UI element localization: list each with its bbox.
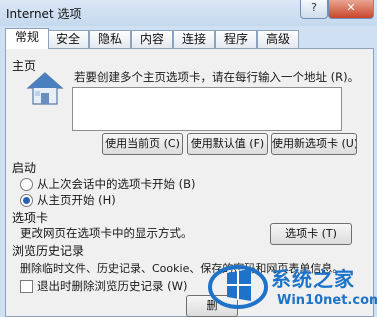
tabs-group-label: 选项卡 — [12, 211, 49, 225]
delete-on-exit-checkbox[interactable] — [20, 280, 33, 293]
startup-home-label[interactable]: 从主页开始 (H) — [37, 192, 116, 208]
tab-connections[interactable]: 连接 — [173, 30, 215, 48]
tab-privacy[interactable]: 隐私 — [89, 30, 131, 48]
watermark-brand: 系统之家 — [271, 267, 355, 291]
tab-programs[interactable]: 程序 — [215, 30, 257, 48]
tab-security[interactable]: 安全 — [47, 30, 89, 48]
history-group-label: 浏览历史记录 — [12, 244, 85, 258]
delete-on-exit-label[interactable]: 退出时删除浏览历史记录 (W) — [37, 278, 188, 294]
tab-advanced[interactable]: 高级 — [257, 30, 299, 48]
use-new-tab-button[interactable]: 使用新选项卡 (U) — [271, 133, 357, 155]
home-icon — [26, 72, 64, 105]
startup-last-session-label[interactable]: 从上次会话中的选项卡开始 (B) — [37, 176, 196, 192]
use-current-button[interactable]: 使用当前页 (C) — [102, 133, 183, 155]
title-bar: Internet 选项 ? ✕ — [0, 0, 377, 26]
home-address-field[interactable] — [72, 87, 342, 131]
watermark: 系统之家 Win10net.com — [205, 255, 377, 315]
startup-last-session-radio[interactable] — [20, 178, 33, 191]
use-default-button[interactable]: 使用默认值 (F) — [187, 133, 268, 155]
watermark-url: Win10net.com — [277, 293, 377, 308]
startup-home-radio[interactable] — [20, 194, 33, 207]
help-button[interactable]: ? — [300, 0, 328, 19]
tab-content[interactable]: 内容 — [131, 30, 173, 48]
tabs-settings-button[interactable]: 选项卡 (T) — [270, 223, 352, 245]
win10-logo-icon — [208, 265, 268, 309]
home-instruction: 若要创建多个主页选项卡，请在每行输入一个地址 (R)。 — [74, 70, 360, 84]
tab-general[interactable]: 常规 — [5, 28, 49, 49]
tabs-description: 更改网页在选项卡中的显示方式。 — [20, 226, 193, 240]
window-title: Internet 选项 — [6, 7, 82, 21]
close-button[interactable]: ✕ — [328, 0, 374, 19]
startup-group-label: 启动 — [12, 161, 37, 175]
